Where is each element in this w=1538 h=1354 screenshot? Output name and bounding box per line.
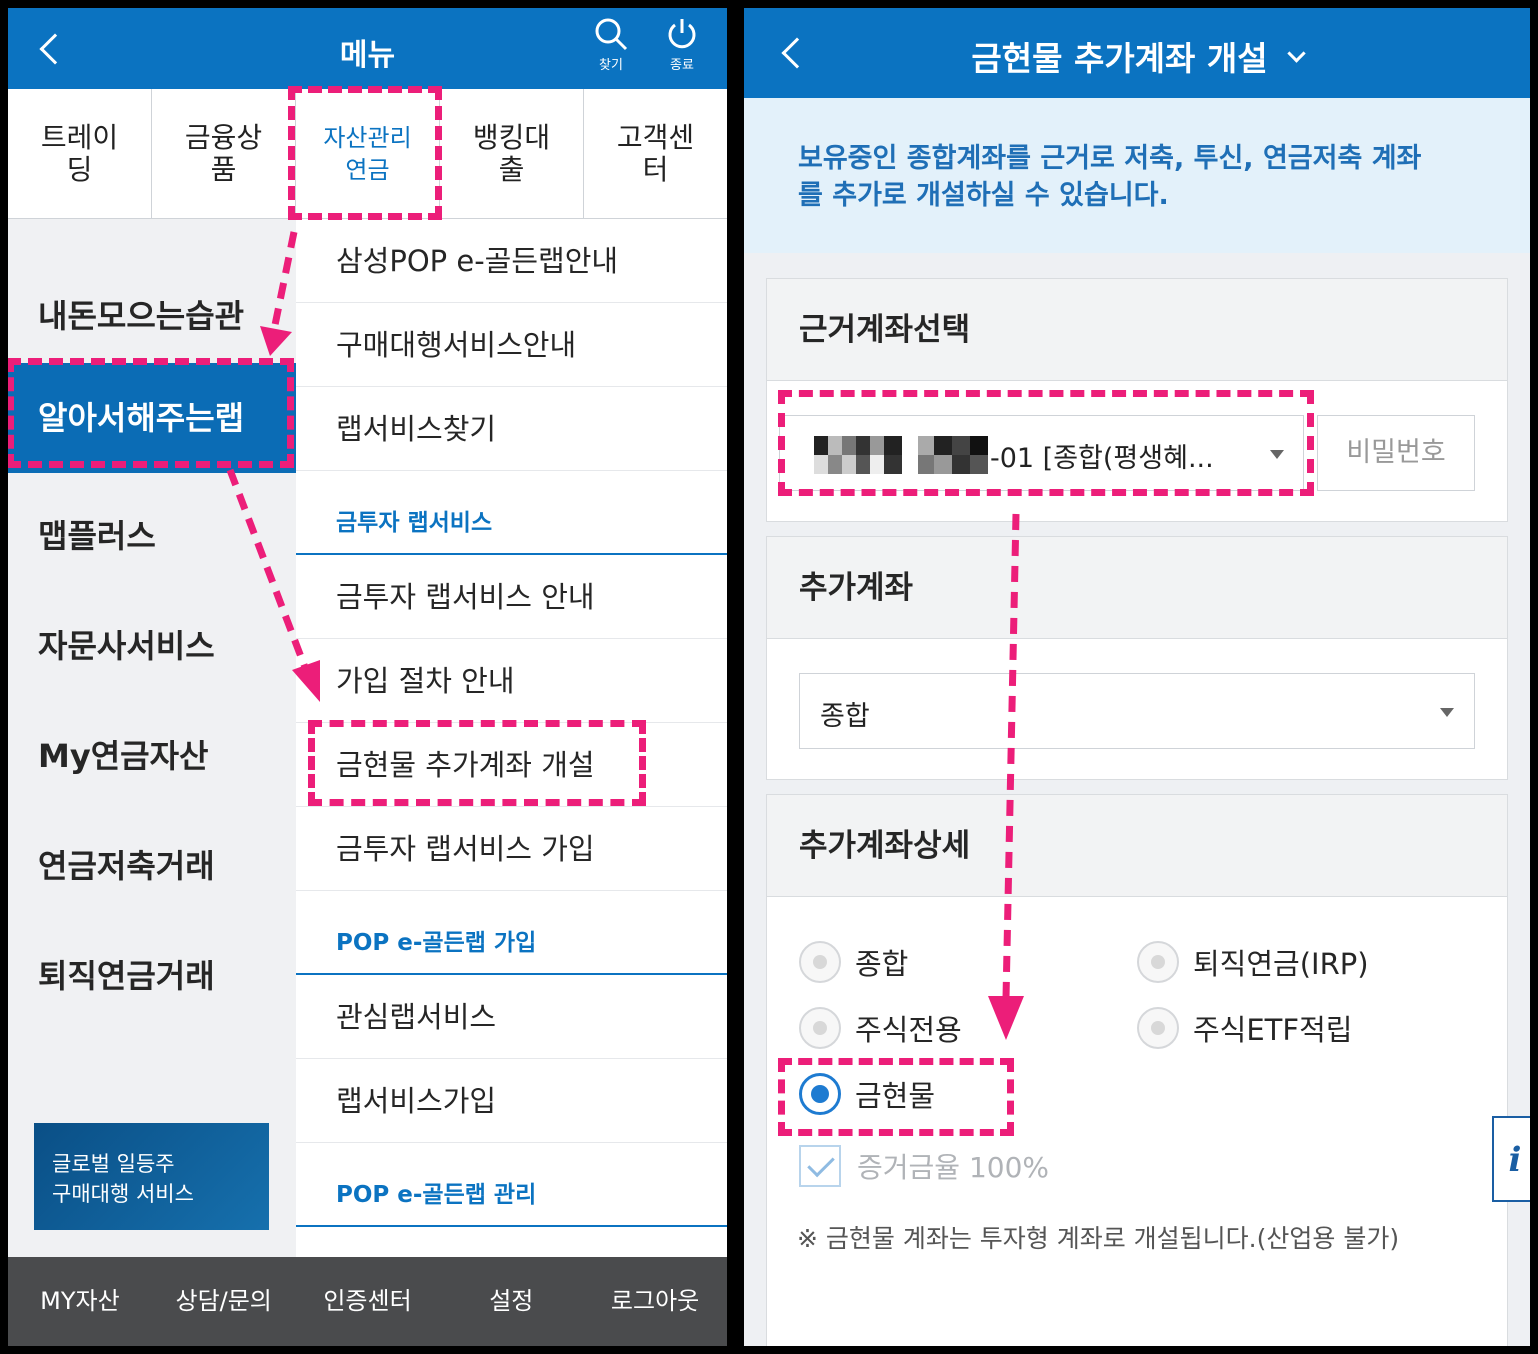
power-button[interactable]: 종료 — [655, 16, 709, 73]
nav-consult[interactable]: 상담/문의 — [152, 1257, 296, 1346]
power-icon — [668, 19, 696, 49]
radio-label: 주식ETF적립 — [1193, 1013, 1353, 1047]
tab-customer-center[interactable]: 고객센터 — [584, 89, 727, 218]
radio-circle — [799, 941, 841, 983]
notice-banner: 보유중인 종합계좌를 근거로 저축, 투신, 연금저축 계좌 를 추가로 개설하… — [744, 98, 1530, 253]
radio-irp[interactable]: 퇴직연금(IRP) — [1137, 941, 1369, 983]
submenu-section-header: 금투자 랩서비스 — [296, 471, 727, 555]
sidebar-item[interactable]: 퇴직연금거래 — [38, 951, 215, 997]
radio-label: 퇴직연금(IRP) — [1193, 947, 1369, 981]
highlight-box — [8, 358, 294, 468]
power-label: 종료 — [670, 58, 694, 73]
submenu-section-header: POP e-골든랩 관리 — [296, 1143, 727, 1227]
highlight-box — [308, 720, 646, 806]
search-button[interactable]: 찾기 — [584, 16, 638, 73]
highlight-box — [778, 1058, 1014, 1136]
submenu-item[interactable]: 금투자 랩서비스 안내 — [296, 555, 727, 639]
submenu-item[interactable]: 삼성POP e-골든랩안내 — [296, 219, 727, 303]
sidebar-item[interactable]: My연금자산 — [38, 731, 208, 777]
add-account-card: 추가계좌 종합 — [766, 536, 1508, 780]
gold-account-note: ※ 금현물 계좌는 투자형 계좌로 개설됩니다.(산업용 불가) — [797, 1224, 1400, 1253]
add-account-value: 종합 — [820, 701, 870, 732]
tab-label: 뱅킹대출 — [472, 120, 551, 186]
sidebar-item[interactable]: 내돈모으는습관 — [38, 291, 244, 337]
radio-stock-etf[interactable]: 주식ETF적립 — [1137, 1007, 1352, 1049]
card-title: 추가계좌 — [767, 537, 1507, 639]
margin-label: 증거금율 100% — [857, 1151, 1049, 1184]
submenu-item[interactable]: 관심랩서비스 — [296, 975, 727, 1059]
submenu-item[interactable]: 가입 절차 안내 — [296, 639, 727, 723]
page-header: 금현물 추가계좌 개설 — [744, 8, 1530, 98]
radio-label: 주식전용 — [855, 1013, 962, 1047]
search-label: 찾기 — [599, 58, 623, 73]
dropdown-arrow-icon — [1440, 708, 1454, 717]
promo-line: 구매대행 서비스 — [52, 1182, 194, 1206]
nav-settings[interactable]: 설정 — [439, 1257, 583, 1346]
submenu-item[interactable]: 구매대행서비스안내 — [296, 303, 727, 387]
password-input[interactable]: 비밀번호 — [1317, 415, 1475, 491]
info-icon[interactable]: i — [1492, 1116, 1530, 1202]
chevron-down-icon — [1286, 44, 1306, 63]
bottom-nav: MY자산 상담/문의 인증센터 설정 로그아웃 — [8, 1257, 727, 1346]
gold-account-screen: 금현물 추가계좌 개설 보유중인 종합계좌를 근거로 저축, 투신, 연금저축 … — [744, 8, 1530, 1346]
radio-general[interactable]: 종합 — [799, 941, 908, 983]
sidebar-item[interactable]: 연금저축거래 — [38, 841, 215, 887]
highlight-box — [288, 86, 442, 220]
card-title: 추가계좌상세 — [767, 795, 1507, 897]
submenu-item[interactable]: 금투자 랩서비스 가입 — [296, 807, 727, 891]
card-title: 근거계좌선택 — [767, 279, 1507, 381]
highlight-box — [778, 390, 1314, 496]
tab-trading[interactable]: 트레이딩 — [8, 89, 152, 218]
nav-cert-center[interactable]: 인증센터 — [296, 1257, 440, 1346]
page-title-text: 금현물 추가계좌 개설 — [971, 39, 1268, 78]
submenu-item[interactable]: 랩서비스찾기 — [296, 387, 727, 471]
nav-my-assets[interactable]: MY자산 — [8, 1257, 152, 1346]
notice-line: 를 추가로 개설하실 수 있습니다. — [798, 180, 1169, 211]
radio-circle — [1137, 1007, 1179, 1049]
radio-stock-only[interactable]: 주식전용 — [799, 1007, 962, 1049]
promo-banner[interactable]: 글로벌 일등주 구매대행 서비스 — [34, 1123, 269, 1230]
tab-banking-loan[interactable]: 뱅킹대출 — [440, 89, 584, 218]
radio-circle — [1137, 941, 1179, 983]
add-account-select[interactable]: 종합 — [799, 673, 1475, 749]
menu-screen: 메뉴 찾기 종료 트레이딩 금융상품 자산관리연금 뱅킹대출 고객센터 내돈모으… — [8, 8, 727, 1346]
tab-financial-products[interactable]: 금융상품 — [152, 89, 296, 218]
sidebar-item[interactable]: 자문사서비스 — [38, 621, 215, 667]
margin-checkbox[interactable]: 증거금율 100% — [799, 1145, 1049, 1187]
sidebar-item[interactable]: 맵플러스 — [38, 511, 156, 557]
page-title[interactable]: 금현물 추가계좌 개설 — [744, 32, 1530, 80]
submenu-item[interactable]: 랩서비스가입 — [296, 1059, 727, 1143]
search-icon — [595, 18, 628, 51]
radio-label: 종합 — [855, 947, 909, 981]
submenu-section-header: POP e-골든랩 가입 — [296, 891, 727, 975]
tab-label: 고객센터 — [616, 120, 695, 186]
radio-circle — [799, 1007, 841, 1049]
menu-header: 메뉴 찾기 종료 — [8, 8, 727, 89]
checkbox-icon — [799, 1145, 841, 1187]
tab-label: 트레이딩 — [40, 120, 119, 186]
notice-line: 보유중인 종합계좌를 근거로 저축, 투신, 연금저축 계좌 — [798, 143, 1422, 174]
nav-logout[interactable]: 로그아웃 — [583, 1257, 727, 1346]
tab-label: 금융상품 — [184, 120, 263, 186]
promo-line: 글로벌 일등주 — [52, 1152, 175, 1176]
